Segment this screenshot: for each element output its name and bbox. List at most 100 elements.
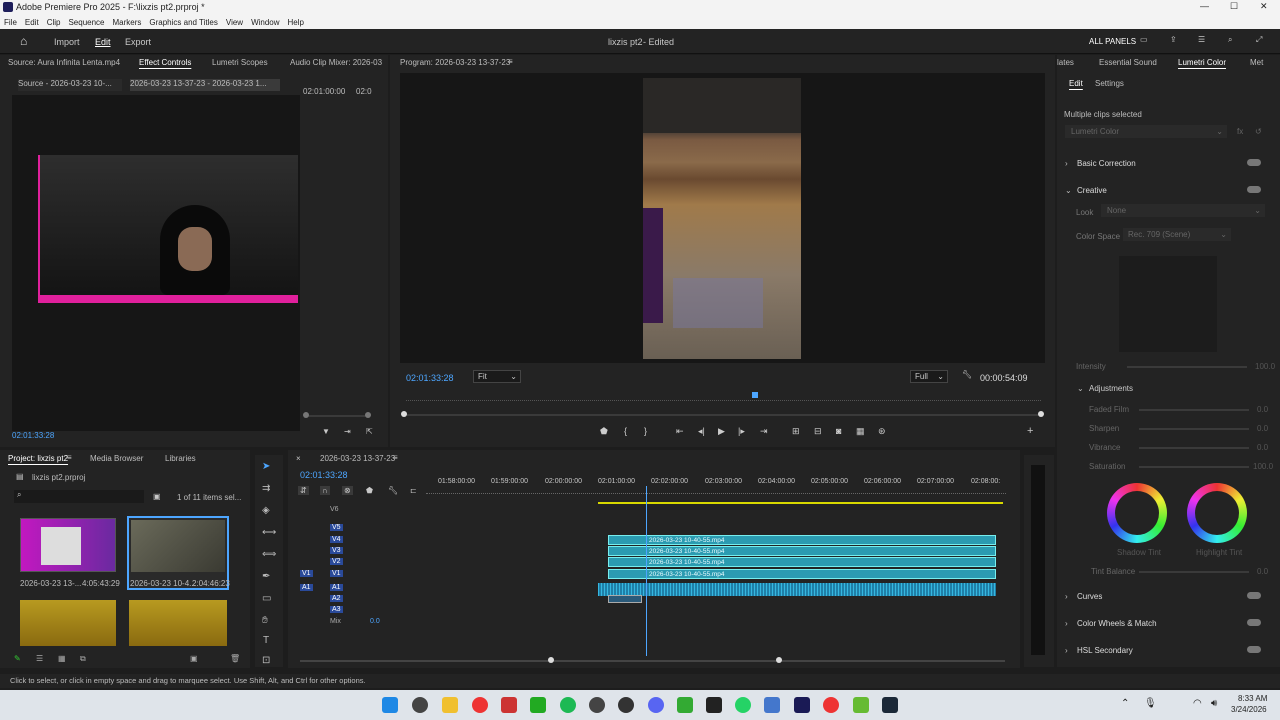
fullscreen-icon[interactable]: ⤢ bbox=[1256, 35, 1262, 45]
wifi-icon[interactable]: ◠ bbox=[1193, 698, 1202, 709]
export-tab[interactable]: Export bbox=[125, 37, 151, 47]
audio-clip-a1[interactable] bbox=[598, 583, 996, 596]
color-wheels-header[interactable]: Color Wheels & Match bbox=[1077, 619, 1157, 628]
faded-film-slider[interactable] bbox=[1139, 409, 1249, 411]
step-back-icon[interactable]: ◂| bbox=[698, 426, 705, 437]
steam-icon[interactable] bbox=[882, 697, 898, 713]
hand-tool-icon[interactable]: ✋︎ bbox=[262, 615, 268, 626]
lift-icon[interactable]: ⊞ bbox=[792, 426, 800, 437]
snap-icon[interactable]: ⇵ bbox=[298, 486, 309, 495]
tab-essential-sound[interactable]: Essential Sound bbox=[1099, 58, 1157, 67]
chrome-icon[interactable] bbox=[472, 697, 488, 713]
track-a2[interactable]: A2 bbox=[330, 595, 343, 602]
volume-icon[interactable]: 🔊︎ bbox=[1211, 698, 1217, 709]
menu-sequence[interactable]: Sequence bbox=[64, 18, 108, 27]
project-item-1[interactable] bbox=[20, 518, 116, 572]
add-marker-icon[interactable]: ⬟ bbox=[600, 426, 608, 437]
app-icon-3[interactable] bbox=[618, 697, 634, 713]
add-button-icon[interactable]: + bbox=[1027, 425, 1033, 437]
project-item-4[interactable] bbox=[129, 600, 227, 646]
program-menu-icon[interactable]: ≡ bbox=[508, 57, 513, 66]
clock-date[interactable]: 3/24/2026 bbox=[1231, 705, 1267, 714]
tab-media-browser[interactable]: Media Browser bbox=[90, 454, 143, 463]
full-dropdown[interactable]: Full ⌄ bbox=[910, 370, 948, 383]
rectangle-tool-icon[interactable]: ▭ bbox=[262, 593, 271, 604]
audio-clip-a2[interactable] bbox=[608, 595, 642, 603]
shield-icon[interactable] bbox=[764, 697, 780, 713]
pen-tool-icon[interactable]: ✒ bbox=[262, 571, 270, 582]
project-search-input[interactable]: ⌕ bbox=[14, 490, 144, 503]
go-to-in-icon[interactable]: ⇤ bbox=[676, 426, 684, 437]
tab-libraries[interactable]: Libraries bbox=[165, 454, 196, 463]
mark-in-icon[interactable]: { bbox=[624, 426, 627, 436]
track-v4[interactable]: V4 bbox=[330, 536, 343, 543]
clip-v1[interactable]: 2026-03-23 10-40-55.mp4 bbox=[608, 569, 996, 579]
tab-audio-clip-mixer[interactable]: Audio Clip Mixer: 2026-03 bbox=[290, 58, 382, 67]
look-dropdown[interactable]: None ⌄ bbox=[1101, 204, 1265, 217]
caption-tool-icon[interactable]: ⊡ bbox=[262, 655, 270, 666]
tab-templates[interactable]: lates bbox=[1057, 58, 1074, 67]
tab-lumetri-color[interactable]: Lumetri Color bbox=[1178, 58, 1226, 67]
shadow-tint-wheel[interactable] bbox=[1107, 483, 1167, 543]
chevron-up-icon[interactable]: ⌃ bbox=[1121, 698, 1129, 709]
start-icon[interactable] bbox=[382, 697, 398, 713]
type-tool-icon[interactable]: T bbox=[263, 635, 269, 646]
spotify-icon[interactable] bbox=[560, 697, 576, 713]
color-wheels-toggle[interactable] bbox=[1247, 619, 1261, 626]
source-patch-a1[interactable]: A1 bbox=[300, 584, 313, 591]
track-select-tool-icon[interactable]: ⇉ bbox=[262, 483, 270, 494]
list-view-icon[interactable]: ☰ bbox=[36, 654, 43, 663]
reset-icon[interactable]: ↺ bbox=[1255, 127, 1262, 136]
menu-file[interactable]: File bbox=[0, 18, 21, 27]
extract-icon[interactable]: ⊟ bbox=[814, 426, 822, 437]
source-patch-v1[interactable]: V1 bbox=[300, 570, 313, 577]
minimize-icon[interactable]: — bbox=[1200, 1, 1209, 11]
track-a1[interactable]: A1 bbox=[330, 584, 343, 591]
download-icon[interactable] bbox=[853, 697, 869, 713]
slip-tool-icon[interactable]: ⟺ bbox=[262, 549, 276, 560]
menu-view[interactable]: View bbox=[222, 18, 247, 27]
color-space-dropdown[interactable]: Rec. 709 (Scene) ⌄ bbox=[1123, 228, 1231, 241]
work-area-bar[interactable] bbox=[598, 502, 1003, 504]
creative-toggle[interactable] bbox=[1247, 186, 1261, 193]
program-ruler[interactable] bbox=[406, 393, 1041, 401]
settings-wrench-icon[interactable]: 🔧︎ bbox=[388, 486, 398, 495]
clock-time[interactable]: 8:33 AM bbox=[1238, 694, 1267, 703]
whatsapp-icon[interactable] bbox=[735, 697, 751, 713]
hsl-secondary-header[interactable]: HSL Secondary bbox=[1077, 646, 1133, 655]
saturation-slider[interactable] bbox=[1139, 466, 1249, 468]
project-menu-icon[interactable]: ≡ bbox=[67, 453, 72, 462]
tab-settings[interactable]: Settings bbox=[1095, 79, 1124, 88]
send-icon[interactable]: ⇥ bbox=[344, 427, 351, 436]
tab-effect-controls[interactable]: Effect Controls bbox=[139, 58, 191, 67]
all-panels-button[interactable]: ALL PANELS bbox=[1089, 37, 1136, 46]
track-v6[interactable]: V6 bbox=[330, 506, 339, 513]
clip-v4[interactable]: 2026-03-23 10-40-55.mp4 bbox=[608, 535, 996, 545]
magnet-icon[interactable]: ∩ bbox=[320, 486, 330, 495]
program-zoom-bar[interactable] bbox=[404, 414, 1041, 416]
tab-metadata[interactable]: Met bbox=[1250, 58, 1263, 67]
vibrance-slider[interactable] bbox=[1139, 447, 1249, 449]
track-v2[interactable]: V2 bbox=[330, 558, 343, 565]
clip-v2[interactable]: 2026-03-23 10-40-55.mp4 bbox=[608, 557, 996, 567]
home-icon[interactable]: ⌂ bbox=[20, 34, 27, 48]
app-icon-2[interactable] bbox=[589, 697, 605, 713]
go-to-out-icon[interactable]: ⇥ bbox=[760, 426, 768, 437]
camera-icon[interactable]: ◙ bbox=[836, 426, 841, 436]
highlight-tint-wheel[interactable] bbox=[1187, 483, 1247, 543]
timeline-menu-icon[interactable]: ≡ bbox=[393, 453, 398, 462]
source-subtab-2[interactable]: 2026-03-23 13-37-23 - 2026-03-23 1... bbox=[130, 79, 280, 91]
track-v3[interactable]: V3 bbox=[330, 547, 343, 554]
filter-icon[interactable]: ▼ bbox=[322, 427, 330, 436]
menu-clip[interactable]: Clip bbox=[43, 18, 65, 27]
curves-toggle[interactable] bbox=[1247, 592, 1261, 599]
edit-tab[interactable]: Edit bbox=[95, 37, 111, 47]
share-icon[interactable]: ⇪ bbox=[1170, 35, 1177, 44]
basic-correction-header[interactable]: Basic Correction bbox=[1077, 159, 1136, 168]
tab-project[interactable]: Project: lixzis pt2 bbox=[8, 454, 68, 463]
curves-header[interactable]: Curves bbox=[1077, 592, 1102, 601]
app-icon-5[interactable] bbox=[706, 697, 722, 713]
maximize-icon[interactable]: ☐ bbox=[1230, 1, 1238, 12]
captions-icon[interactable]: ⊏ bbox=[410, 486, 417, 495]
menu-icon[interactable]: ☰ bbox=[1198, 35, 1205, 44]
